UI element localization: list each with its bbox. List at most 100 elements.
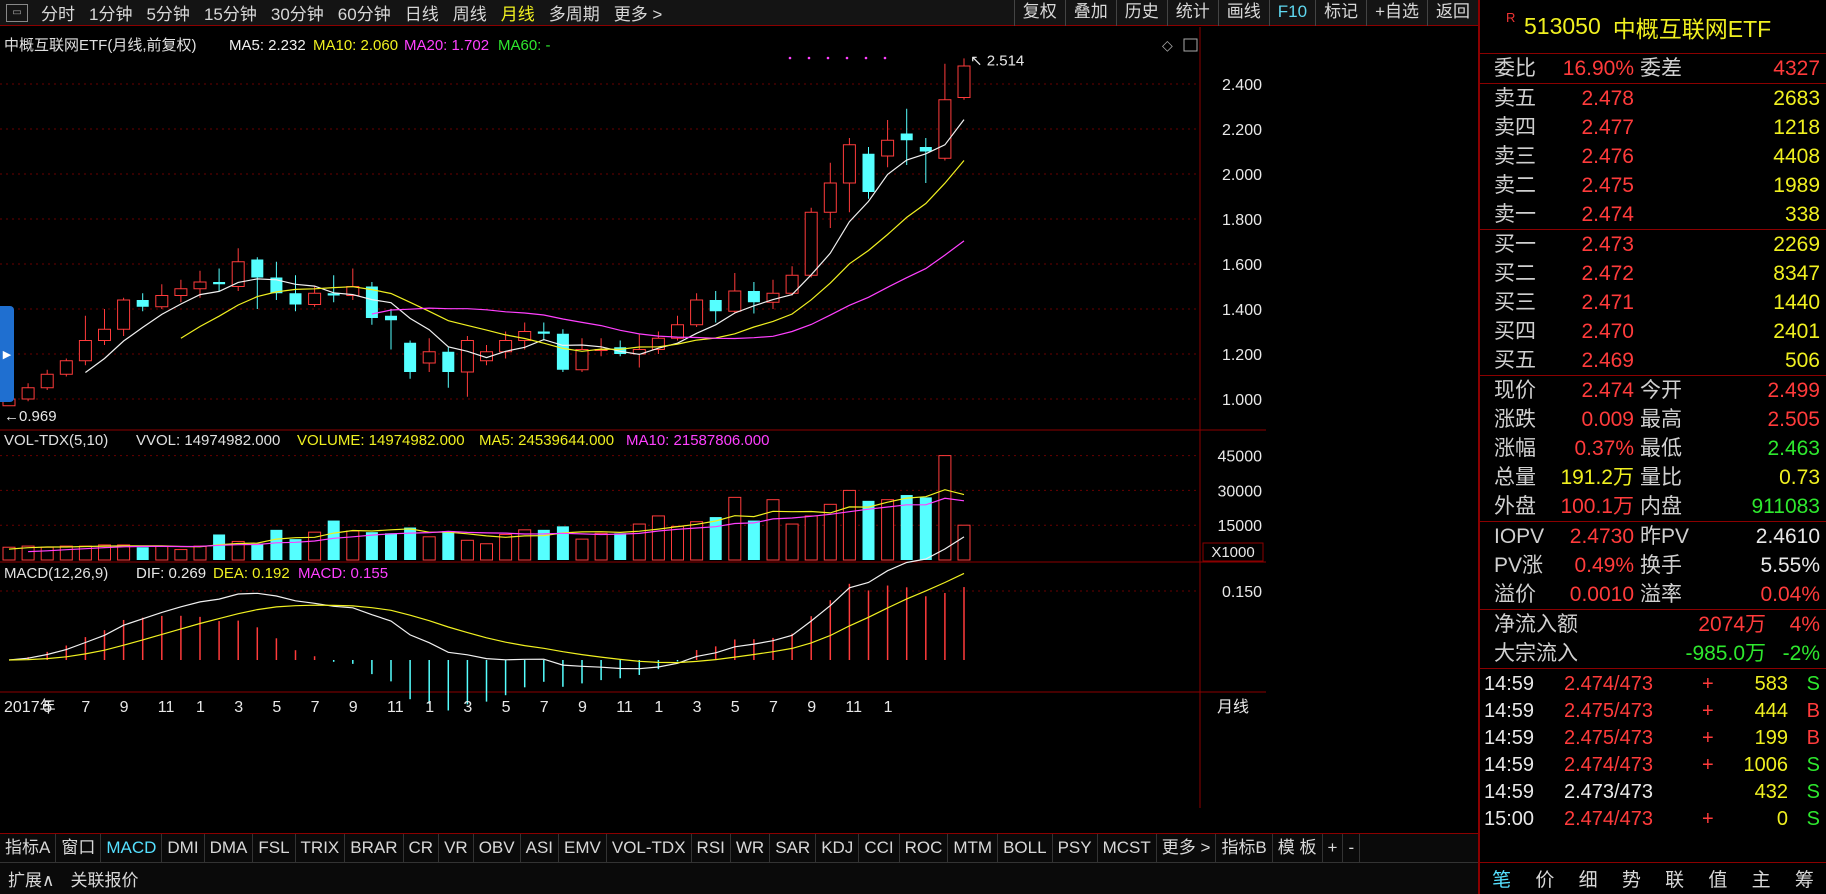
toolbar-button-8[interactable]: 返回 [1427,0,1478,26]
tick-list: 14:59 2.474/473 +583 S 14:59 2.475/473 +444 B 14… [1480,669,1826,833]
indicator-tab-12[interactable]: EMV [559,834,607,863]
macd-legend: MACD: 0.155 [298,565,388,582]
toolbar-button-1[interactable]: 叠加 [1064,0,1116,26]
ask-row-0: 卖五 2.478 2683 [1480,84,1826,113]
quote-tab-5[interactable]: 值 [1708,865,1727,892]
candle-up [957,65,971,98]
expand-sidebar-handle[interactable]: ▶ [0,306,14,402]
expand-button[interactable]: 扩展∧ [0,866,62,891]
chart-area[interactable]: 2.400 2.200 2.000 1.800 1.600 1.400 1.200 1.000… [0,27,1478,833]
toolbar-button-5[interactable]: F10 [1268,0,1315,26]
bid-price: 2.470 [1581,320,1634,343]
quote-tab-4[interactable]: 联 [1665,865,1684,892]
price-tick-label: 2.400 [1222,77,1262,94]
indicator-tab-20[interactable]: MTM [948,834,999,863]
indicator-tab-19[interactable]: ROC [900,834,949,863]
iopv-label-1: PV涨 [1494,554,1544,577]
ask-label: 卖三 [1494,145,1536,168]
candle-up [308,292,322,305]
quote-tab-6[interactable]: 主 [1752,865,1771,892]
candle-up [804,211,818,276]
stat-label-2: 内盘 [1640,495,1682,518]
indicator-tab-1[interactable]: 窗口 [56,834,102,863]
bid-row-2: 买三 2.471 1440 [1480,288,1826,317]
indicator-tab-18[interactable]: CCI [859,834,900,863]
toolbar-button-2[interactable]: 历史 [1115,0,1167,26]
period-tab-6[interactable]: 日线 [398,0,446,25]
period-tab-3[interactable]: 15分钟 [197,0,264,25]
quote-header: R 513050 中概互联网ETF [1480,0,1826,54]
period-tab-7[interactable]: 周线 [446,0,494,25]
bid-label: 买五 [1494,349,1536,372]
quote-tab-7[interactable]: 筹 [1795,865,1814,892]
quote-stats: 现价 2.474 今开 2.499 涨跌 0.009 最高 2.505 涨幅 0.37% 最低 2.4… [1480,376,1826,521]
quote-tab-2[interactable]: 细 [1579,865,1598,892]
period-tab-5[interactable]: 60分钟 [331,0,398,25]
period-tab-2[interactable]: 5分钟 [139,0,196,25]
toolbar-button-7[interactable]: +自选 [1366,0,1427,26]
quote-tab-0[interactable]: 笔 [1492,865,1511,892]
indicator-tab-7[interactable]: BRAR [345,834,404,863]
tick-flag: S [1806,754,1820,776]
x-axis-label: 9 [807,699,816,716]
period-tab-4[interactable]: 30分钟 [264,0,331,25]
period-tab-9[interactable]: 多周期 [542,0,607,25]
indicator-tab-0[interactable]: 指标A [0,834,57,863]
window-menu-icon[interactable]: ▭ [6,3,28,22]
indicator-tab-21[interactable]: BOLL [998,834,1053,863]
quote-tab-3[interactable]: 势 [1622,865,1641,892]
indicator-tab-8[interactable]: CR [404,834,440,863]
candle-up [117,299,131,330]
x-axis-label: 5 [502,699,511,716]
indicator-tab-2[interactable]: MACD [101,834,163,863]
period-tab-1[interactable]: 1分钟 [82,0,139,25]
toolbar-button-3[interactable]: 统计 [1166,0,1218,26]
flow-label: 大宗流入 [1494,642,1578,665]
bid-price: 2.471 [1581,291,1634,314]
price-tick-label: 1.400 [1222,302,1262,319]
indicator-tab-28[interactable]: - [1343,834,1361,863]
tick-price: 2.474/473 [1564,673,1653,695]
indicator-tab-6[interactable]: TRIX [296,834,346,863]
indicator-tab-15[interactable]: WR [731,834,771,863]
indicator-tab-13[interactable]: VOL-TDX [607,834,692,863]
kline-chart[interactable]: 2.400 2.200 2.000 1.800 1.600 1.400 1.200 1.000… [0,27,1478,833]
x-axis-label: 1 [884,699,893,716]
ask-price: 2.475 [1581,174,1634,197]
toolbar-button-0[interactable]: 复权 [1013,0,1065,26]
candle-up [422,351,436,364]
indicator-tab-16[interactable]: SAR [770,834,817,863]
high-price-marker: ↖ 2.514 [970,52,1024,69]
indicator-tab-3[interactable]: DMI [162,834,205,863]
fund-flows: 净流入额 2074万 4% 大宗流入 -985.0万 -2% [1480,610,1826,668]
candle-up [460,340,474,373]
indicator-tab-27[interactable]: + [1323,834,1344,863]
indicator-tab-9[interactable]: VR [439,834,474,863]
ask-label: 卖五 [1494,87,1536,110]
indicator-tab-10[interactable]: OBV [474,834,521,863]
toolbar-button-4[interactable]: 画线 [1217,0,1269,26]
indicator-tab-25[interactable]: 指标B [1216,834,1273,863]
indicator-tab-17[interactable]: KDJ [816,834,860,863]
iopv-value-2: 5.55% [1760,554,1820,577]
indicator-tab-22[interactable]: PSY [1053,834,1098,863]
toolbar-button-6[interactable]: 标记 [1315,0,1366,26]
indicator-tab-4[interactable]: DMA [205,834,254,863]
indicator-tab-24[interactable]: 更多 > [1157,834,1217,863]
period-tab-8[interactable]: 月线 [494,0,542,25]
candle-down [213,282,226,285]
indicator-tab-5[interactable]: FSL [253,834,296,863]
quote-tab-1[interactable]: 价 [1535,865,1554,892]
period-tab-10[interactable]: 更多 > [607,0,670,25]
indicator-tab-23[interactable]: MCST [1098,834,1157,863]
indicator-tab-11[interactable]: ASI [521,834,560,863]
related-quotes-button[interactable]: 关联报价 [62,866,146,891]
tick-row-4: 14:59 2.473/473 432 S [1480,779,1826,806]
iopv-label-2: 换手 [1640,554,1682,577]
x-axis-label: 9 [120,699,129,716]
price-tick-label: 1.600 [1222,257,1262,274]
webi-value: 16.90% [1562,57,1634,80]
indicator-tab-26[interactable]: 模 板 [1273,834,1323,863]
indicator-tab-14[interactable]: RSI [692,834,731,863]
period-tab-0[interactable]: 分时 [34,0,82,25]
